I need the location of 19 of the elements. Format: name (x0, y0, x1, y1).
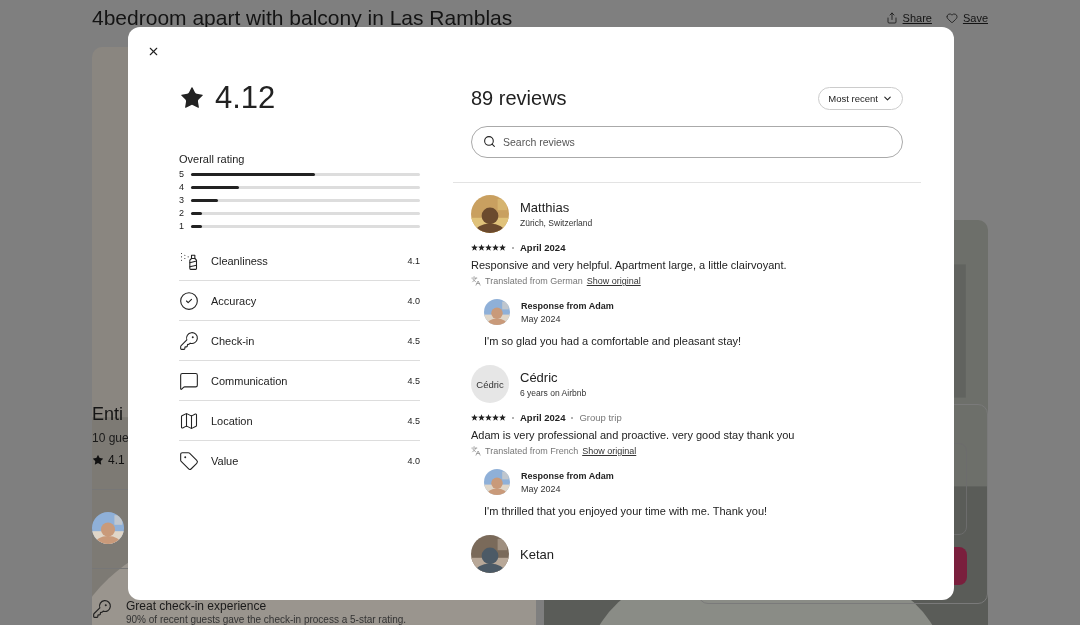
save-link[interactable]: Save (945, 12, 988, 24)
trip-type: Group trip (579, 412, 622, 423)
review-text: Responsive and very helpful. Apartment large, a little clairvoyant. (471, 259, 788, 271)
search-field[interactable]: Search reviews (471, 126, 903, 158)
response-text: I'm thrilled that you enjoyed your time with me. Thank you! (484, 505, 769, 517)
response-title: Response from Adam (521, 300, 614, 311)
show-original-link[interactable]: Show original (586, 276, 641, 286)
reviewer-info: 6 years on Airbnb (520, 388, 587, 398)
response-title: Response from Adam (521, 470, 614, 481)
share-link[interactable]: Share (885, 12, 932, 24)
show-original-link[interactable]: Show original (582, 446, 637, 456)
chevron-down-icon (882, 93, 893, 104)
review-text: Adam is very professional and proactive. very good stay thank you (471, 429, 796, 441)
listing-title: 4bedroom apart with balcony in Las Ramblas (92, 6, 513, 30)
response-text: I'm so glad you had a comfortable and pleasant stay! (484, 335, 743, 347)
share-icon (885, 12, 898, 24)
reviewer-info: Zürich, Switzerland (520, 218, 593, 228)
heart-icon (945, 12, 958, 24)
sort-dropdown[interactable]: Most recent (818, 87, 903, 110)
